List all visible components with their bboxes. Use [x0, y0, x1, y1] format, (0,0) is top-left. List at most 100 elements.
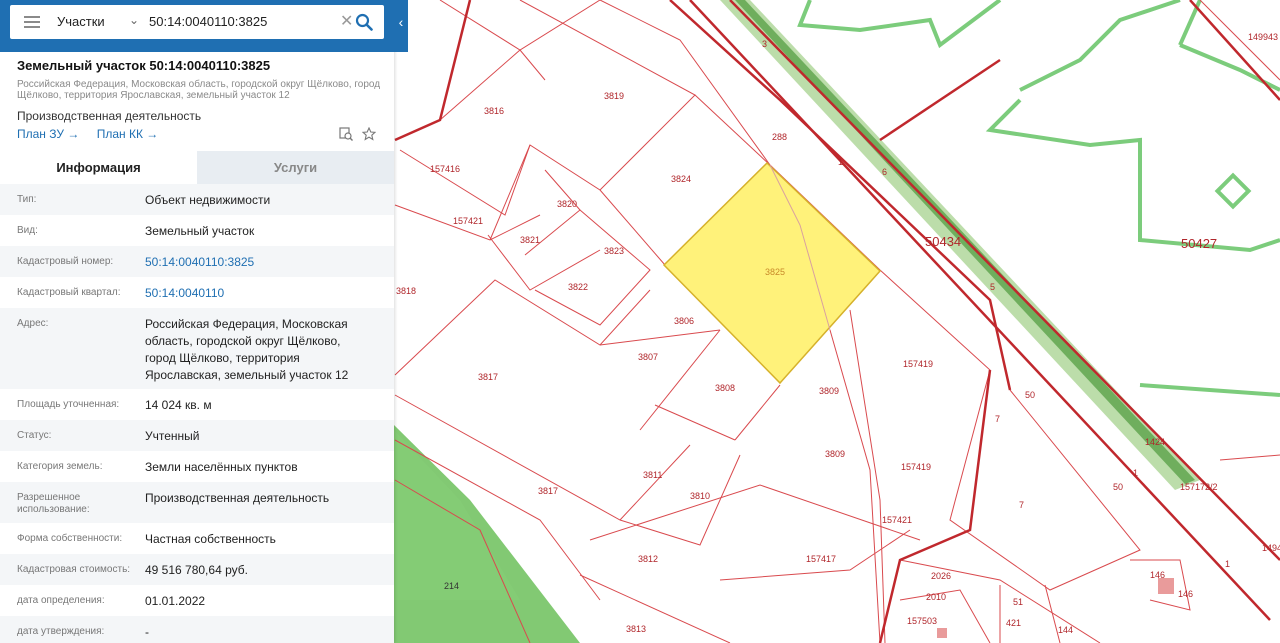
map-label: 3807	[638, 352, 658, 362]
map-label: 157421	[453, 216, 483, 226]
map-label: 3809	[819, 386, 839, 396]
map-label: 421	[1006, 618, 1021, 628]
info-row-label: Тип:	[17, 194, 37, 205]
plan-links: План ЗУ → План КК →	[17, 127, 172, 141]
info-row: Вид: Земельный участок	[0, 215, 394, 246]
parcel-use: Производственная деятельность	[17, 109, 202, 123]
parcel-header: Земельный участок 50:14:0040110:3825 Рос…	[17, 58, 382, 123]
search-input[interactable]: 50:14:0040110:3825	[149, 14, 267, 29]
tab-services[interactable]: Услуги	[197, 151, 394, 184]
building-marker	[937, 628, 947, 638]
map-label: 157419	[901, 462, 931, 472]
map-label: 3823	[604, 246, 624, 256]
map-label: 3821	[520, 235, 540, 245]
plan-zu-link[interactable]: План ЗУ →	[17, 127, 79, 141]
info-row-value[interactable]: 50:14:0040110	[145, 285, 370, 302]
map-label: 3824	[671, 174, 691, 184]
panel-tabs: Информация Услуги	[0, 151, 394, 184]
search-box[interactable]: Участки ⌄ 50:14:0040110:3825 ✕	[10, 5, 384, 39]
parcel-title: Земельный участок 50:14:0040110:3825	[17, 58, 271, 73]
clear-icon[interactable]: ✕	[340, 11, 353, 31]
layer-select[interactable]: Участки	[57, 14, 105, 29]
map-label: 7	[1019, 500, 1024, 510]
info-panel: Земельный участок 50:14:0040110:3825 Рос…	[0, 0, 394, 643]
info-row-label: Площадь уточненная:	[17, 399, 120, 410]
info-row-value[interactable]: 50:14:0040110:3825	[145, 254, 370, 271]
map-label: 1424	[1145, 437, 1165, 447]
map-label: 7	[995, 414, 1000, 424]
star-icon[interactable]	[362, 127, 376, 141]
map-label: 51	[1013, 597, 1023, 607]
map-label: 3817	[538, 486, 558, 496]
map-label: 3808	[715, 383, 735, 393]
map-label: 3811	[643, 470, 662, 480]
map-label: 3825	[765, 267, 785, 277]
info-row-label: Кадастровый номер:	[17, 256, 114, 267]
map-label: 3816	[484, 106, 504, 116]
map-label: 1	[1225, 559, 1230, 569]
map-label: 2010	[926, 592, 946, 602]
info-row: Кадастровый номер: 50:14:0040110:3825	[0, 246, 394, 277]
info-row: Статус: Учтенный	[0, 420, 394, 451]
info-row-label: Кадастровая стоимость:	[17, 564, 131, 575]
map-label: 50	[1113, 482, 1123, 492]
info-row: Форма собственности: Частная собственност…	[0, 523, 394, 554]
info-row: Разрешенное использование: Производственн…	[0, 482, 394, 523]
map-label: 157172/2	[1180, 482, 1218, 492]
info-row-label: Форма собственности:	[17, 533, 123, 544]
info-row-label: дата определения:	[17, 595, 105, 606]
collapse-panel-icon[interactable]: ‹	[394, 10, 408, 34]
info-row-value: Учтенный	[145, 429, 200, 443]
info-row: Кадастровый квартал: 50:14:0040110	[0, 277, 394, 308]
info-row-label: дата утверждения:	[17, 626, 105, 637]
info-row-value: Частная собственность	[145, 532, 276, 546]
info-row-value: 01.01.2022	[145, 594, 206, 608]
info-row-value: Земли населённых пунктов	[145, 460, 298, 474]
info-row: Категория земель: Земли населённых пункто…	[0, 451, 394, 482]
map-label: 50434	[925, 234, 961, 249]
map-label: 144	[1058, 625, 1073, 635]
map-label: 1	[1133, 468, 1138, 478]
map-label: 50	[1025, 390, 1035, 400]
map-label: 1	[838, 157, 843, 167]
info-row-value: Производственная деятельность	[145, 491, 330, 505]
chevron-down-icon[interactable]: ⌄	[129, 13, 139, 27]
info-row-label: Разрешенное использование:	[17, 492, 90, 515]
search-icon[interactable]	[355, 13, 373, 31]
info-row-value: 49 516 780,64 руб.	[145, 563, 248, 577]
map-label: 214	[444, 581, 459, 591]
map-label: 149943	[1248, 32, 1278, 42]
info-row: дата утверждения: -	[0, 616, 394, 643]
map-label: 157416	[430, 164, 460, 174]
map-label: 2026	[931, 571, 951, 581]
map-label: 3	[762, 39, 767, 49]
plan-kk-link[interactable]: План КК →	[97, 127, 159, 141]
parcel-address: Российская Федерация, Московская область…	[17, 79, 381, 101]
info-row: дата определения: 01.01.2022	[0, 585, 394, 616]
info-row-value: Земельный участок	[145, 224, 255, 238]
map-label: 157503	[907, 616, 937, 626]
info-row: Тип: Объект недвижимости	[0, 184, 394, 215]
map-label: 1494	[1262, 543, 1280, 553]
tab-information[interactable]: Информация	[0, 151, 197, 184]
map-label: 146	[1178, 589, 1193, 599]
map-label: 3822	[568, 282, 588, 292]
info-table: Тип: Объект недвижимости Вид: Земельный уча…	[0, 184, 394, 643]
map-label: 3809	[825, 449, 845, 459]
info-row-value: -	[145, 625, 149, 639]
info-row-value: 14 024 кв. м	[145, 398, 212, 412]
info-row-label: Кадастровый квартал:	[17, 287, 121, 298]
info-row-value: Российская Федерация, Московская область…	[145, 317, 349, 382]
info-row-value: Объект недвижимости	[145, 193, 271, 207]
info-row-label: Статус:	[17, 430, 52, 441]
info-row: Кадастровая стоимость: 49 516 780,64 руб.	[0, 554, 394, 585]
menu-icon[interactable]	[24, 16, 40, 28]
search-bar: Участки ⌄ 50:14:0040110:3825 ✕ ‹	[0, 0, 408, 52]
search-on-map-icon[interactable]	[339, 127, 353, 141]
info-row-label: Категория земель:	[17, 461, 103, 472]
info-row: Площадь уточненная: 14 024 кв. м	[0, 389, 394, 420]
map-label: 5	[990, 282, 995, 292]
map-label: 3820	[557, 199, 577, 209]
map-label: 6	[882, 167, 887, 177]
map-label: 3818	[396, 286, 416, 296]
